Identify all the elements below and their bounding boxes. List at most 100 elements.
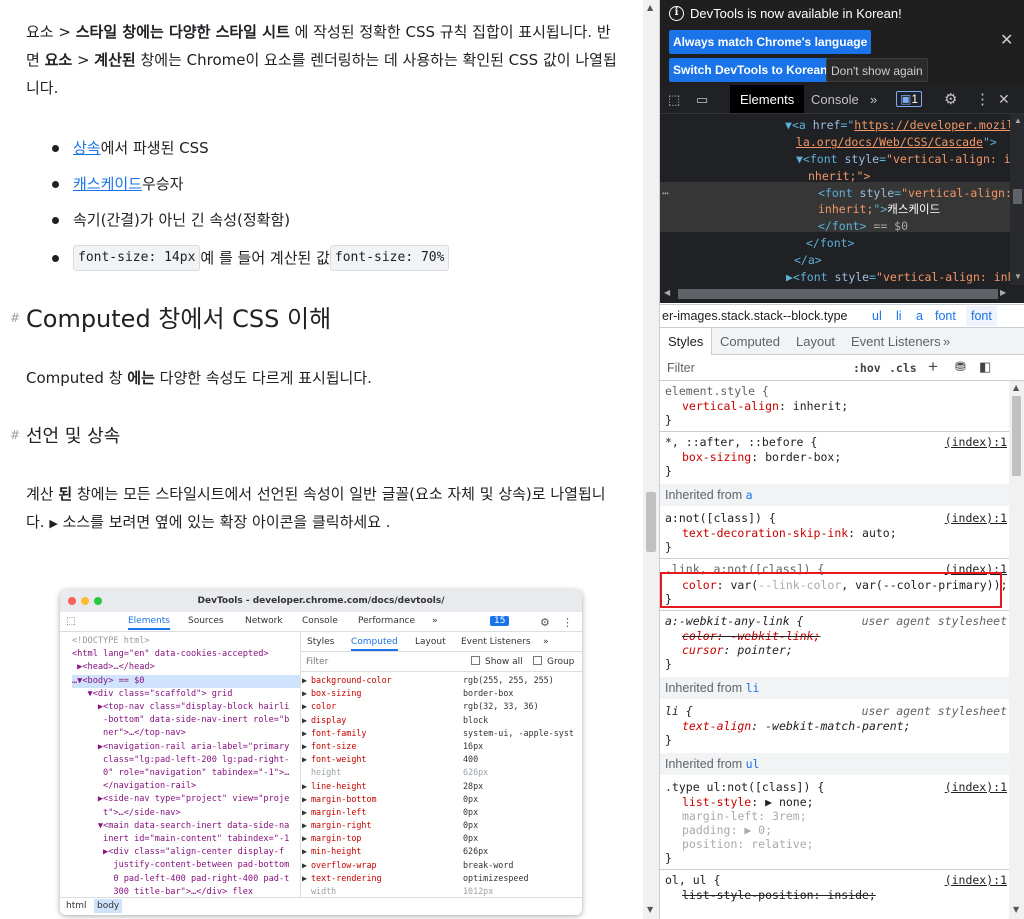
shot-more-tabs: »: [432, 616, 438, 626]
selector[interactable]: a:not([class]) {: [665, 511, 776, 526]
dont-show-again-button[interactable]: Don't show again: [826, 58, 928, 82]
close-icon[interactable]: ✕: [1000, 30, 1013, 50]
tab-styles[interactable]: Styles: [660, 328, 713, 355]
checkbox-icon: [471, 656, 480, 665]
more-tabs-button[interactable]: »: [870, 92, 877, 107]
tab-layout[interactable]: Layout: [796, 334, 835, 349]
cls-toggle[interactable]: .cls: [889, 361, 917, 375]
scrollbar-thumb[interactable]: [1012, 396, 1021, 476]
shot-dom-line: t">…</side-nav>: [72, 807, 181, 818]
scroll-up-icon[interactable]: ▲: [1013, 383, 1019, 392]
shot-computed-row: ▶ display block: [301, 714, 582, 727]
scroll-up-icon[interactable]: ▲: [1014, 116, 1022, 125]
rule-close: }: [665, 413, 672, 427]
more-sidebar-tabs[interactable]: »: [943, 334, 950, 349]
prop-name: text-align: [682, 719, 752, 733]
style-declaration-inactive[interactable]: position: relative;: [682, 837, 814, 852]
shot-prop-value: 400: [463, 754, 479, 765]
link-cascade[interactable]: 캐스케이드: [73, 173, 142, 195]
source-link[interactable]: (index):1: [945, 435, 1007, 450]
elements-hscrollbar[interactable]: ◀ ▶: [660, 285, 1024, 303]
style-declaration[interactable]: list-style: ▶ none;: [682, 795, 814, 810]
selector[interactable]: ol, ul {: [665, 873, 720, 888]
tab-event-listeners[interactable]: Event Listeners: [851, 334, 941, 349]
scroll-down-icon[interactable]: ▼: [647, 905, 653, 914]
breadcrumb-item[interactable]: li: [896, 309, 902, 323]
dom-line: </a>: [794, 252, 822, 269]
screenshot-root: 요소 > 스타일 창에는 다양한 스타일 시트 에 작성된 정확한 CSS 규칙…: [0, 0, 1024, 919]
selector[interactable]: li {: [665, 704, 693, 719]
tab-computed[interactable]: Computed: [720, 334, 780, 349]
paint-brush-icon[interactable]: ⛃: [955, 359, 966, 375]
selector-element-style[interactable]: element.style {: [665, 384, 769, 399]
link-inheritance[interactable]: 상속: [73, 137, 101, 159]
style-declaration[interactable]: box-sizing: border-box;: [682, 450, 841, 465]
scrollbar-thumb[interactable]: [646, 492, 656, 552]
inherited-label: Inherited from: [665, 488, 746, 502]
scrollbar-thumb[interactable]: [678, 289, 998, 299]
selector[interactable]: *, ::after, ::before {: [665, 435, 817, 450]
styles-filter-input[interactable]: Filter: [667, 361, 695, 375]
source-link[interactable]: (index):1: [945, 780, 1007, 795]
scroll-right-icon[interactable]: ▶: [1000, 288, 1006, 297]
tab-console[interactable]: Console: [811, 92, 859, 107]
style-declaration[interactable]: text-decoration-skip-ink: auto;: [682, 526, 897, 541]
style-declaration[interactable]: vertical-align: inherit;: [682, 399, 848, 414]
switch-to-korean-button[interactable]: Switch DevTools to Korean: [669, 58, 832, 82]
overridden-declaration[interactable]: color: -webkit-link;: [682, 629, 820, 644]
settings-gear-icon[interactable]: ⚙: [944, 90, 957, 108]
expand-arrow-icon: ▶: [302, 701, 308, 712]
always-match-language-button[interactable]: Always match Chrome's language: [669, 30, 872, 54]
anchor-icon[interactable]: #: [10, 428, 20, 442]
toggle-sidebar-icon[interactable]: ◧: [979, 359, 991, 375]
close-devtools-icon[interactable]: ✕: [998, 91, 1010, 108]
breadcrumb-current[interactable]: font: [966, 306, 997, 326]
hov-toggle[interactable]: :hov: [853, 361, 881, 375]
scrollbar-thumb[interactable]: [1013, 189, 1022, 204]
shot-prop-name: line-height: [311, 780, 367, 791]
page-scrollbar[interactable]: ▲ ▼: [643, 0, 659, 919]
prop-value: inherit;: [792, 399, 849, 413]
style-declaration[interactable]: cursor: pointer;: [682, 643, 793, 658]
breadcrumb-item[interactable]: ul: [872, 309, 882, 323]
device-toolbar-icon[interactable]: ▭: [696, 92, 708, 108]
breadcrumb-item[interactable]: font: [935, 309, 956, 323]
shot-dom-line: <html lang="en" data-cookies-accepted>: [72, 649, 269, 660]
window-title: DevTools - developer.chrome.com/docs/dev…: [197, 596, 445, 606]
anchor-icon[interactable]: #: [10, 311, 20, 325]
selector[interactable]: a:-webkit-any-link {: [665, 614, 803, 629]
issues-counter[interactable]: ▣1: [896, 91, 923, 107]
source-link[interactable]: (index):1: [945, 873, 1007, 888]
style-declaration[interactable]: text-align: -webkit-match-parent;: [682, 719, 911, 734]
breadcrumb-item[interactable]: er-images.stack.stack--block.type: [662, 309, 847, 323]
scroll-down-icon[interactable]: ▼: [1013, 905, 1019, 914]
dom-node-font[interactable]: ▶<font style="vertical-align: inh: [786, 269, 1015, 285]
dom-node-font-selected[interactable]: <font style="vertical-align:: [818, 185, 1012, 202]
style-declaration-inactive[interactable]: padding: ▶ 0;: [682, 823, 772, 838]
kebab-menu-icon[interactable]: ⋮: [975, 90, 990, 108]
scroll-down-icon[interactable]: ▼: [1014, 272, 1022, 281]
scroll-left-icon[interactable]: ◀: [664, 288, 670, 297]
shot-side-tab: Styles: [307, 637, 335, 647]
inherited-node-link[interactable]: ul: [746, 757, 760, 771]
user-agent-label: user agent stylesheet: [861, 704, 1007, 718]
inherited-node-link[interactable]: a: [746, 488, 753, 502]
inherited-node-link[interactable]: li: [746, 681, 760, 695]
href-link[interactable]: la.org/docs/Web/CSS/Cascade: [796, 135, 983, 149]
dom-node-font[interactable]: ▼<font style="vertical-align: i: [796, 151, 1011, 168]
shot-computed-row: ▶ box-sizing border-box: [301, 687, 582, 700]
source-link[interactable]: (index):1: [945, 511, 1007, 526]
style-declaration-inactive[interactable]: margin-left: 3rem;: [682, 809, 807, 824]
scroll-up-icon[interactable]: ▲: [647, 3, 653, 12]
tab-elements[interactable]: Elements: [730, 85, 805, 113]
overridden-declaration[interactable]: list-style-position: inside;: [682, 888, 876, 903]
new-rule-plus-icon[interactable]: +: [928, 357, 938, 377]
breadcrumb-item[interactable]: a: [916, 309, 923, 323]
href-link[interactable]: https://developer.mozil: [854, 118, 1013, 132]
elements-scrollbar[interactable]: ▲ ▼: [1010, 114, 1024, 285]
dom-node-a[interactable]: ▼<a href="https://developer.mozil: [785, 117, 1014, 134]
selector[interactable]: .type ul:not([class]) {: [665, 780, 824, 795]
inspect-element-icon[interactable]: ⬚: [668, 92, 680, 108]
styles-scrollbar[interactable]: ▲ ▼: [1009, 381, 1024, 919]
node-actions-icon[interactable]: ⋯: [662, 185, 669, 202]
